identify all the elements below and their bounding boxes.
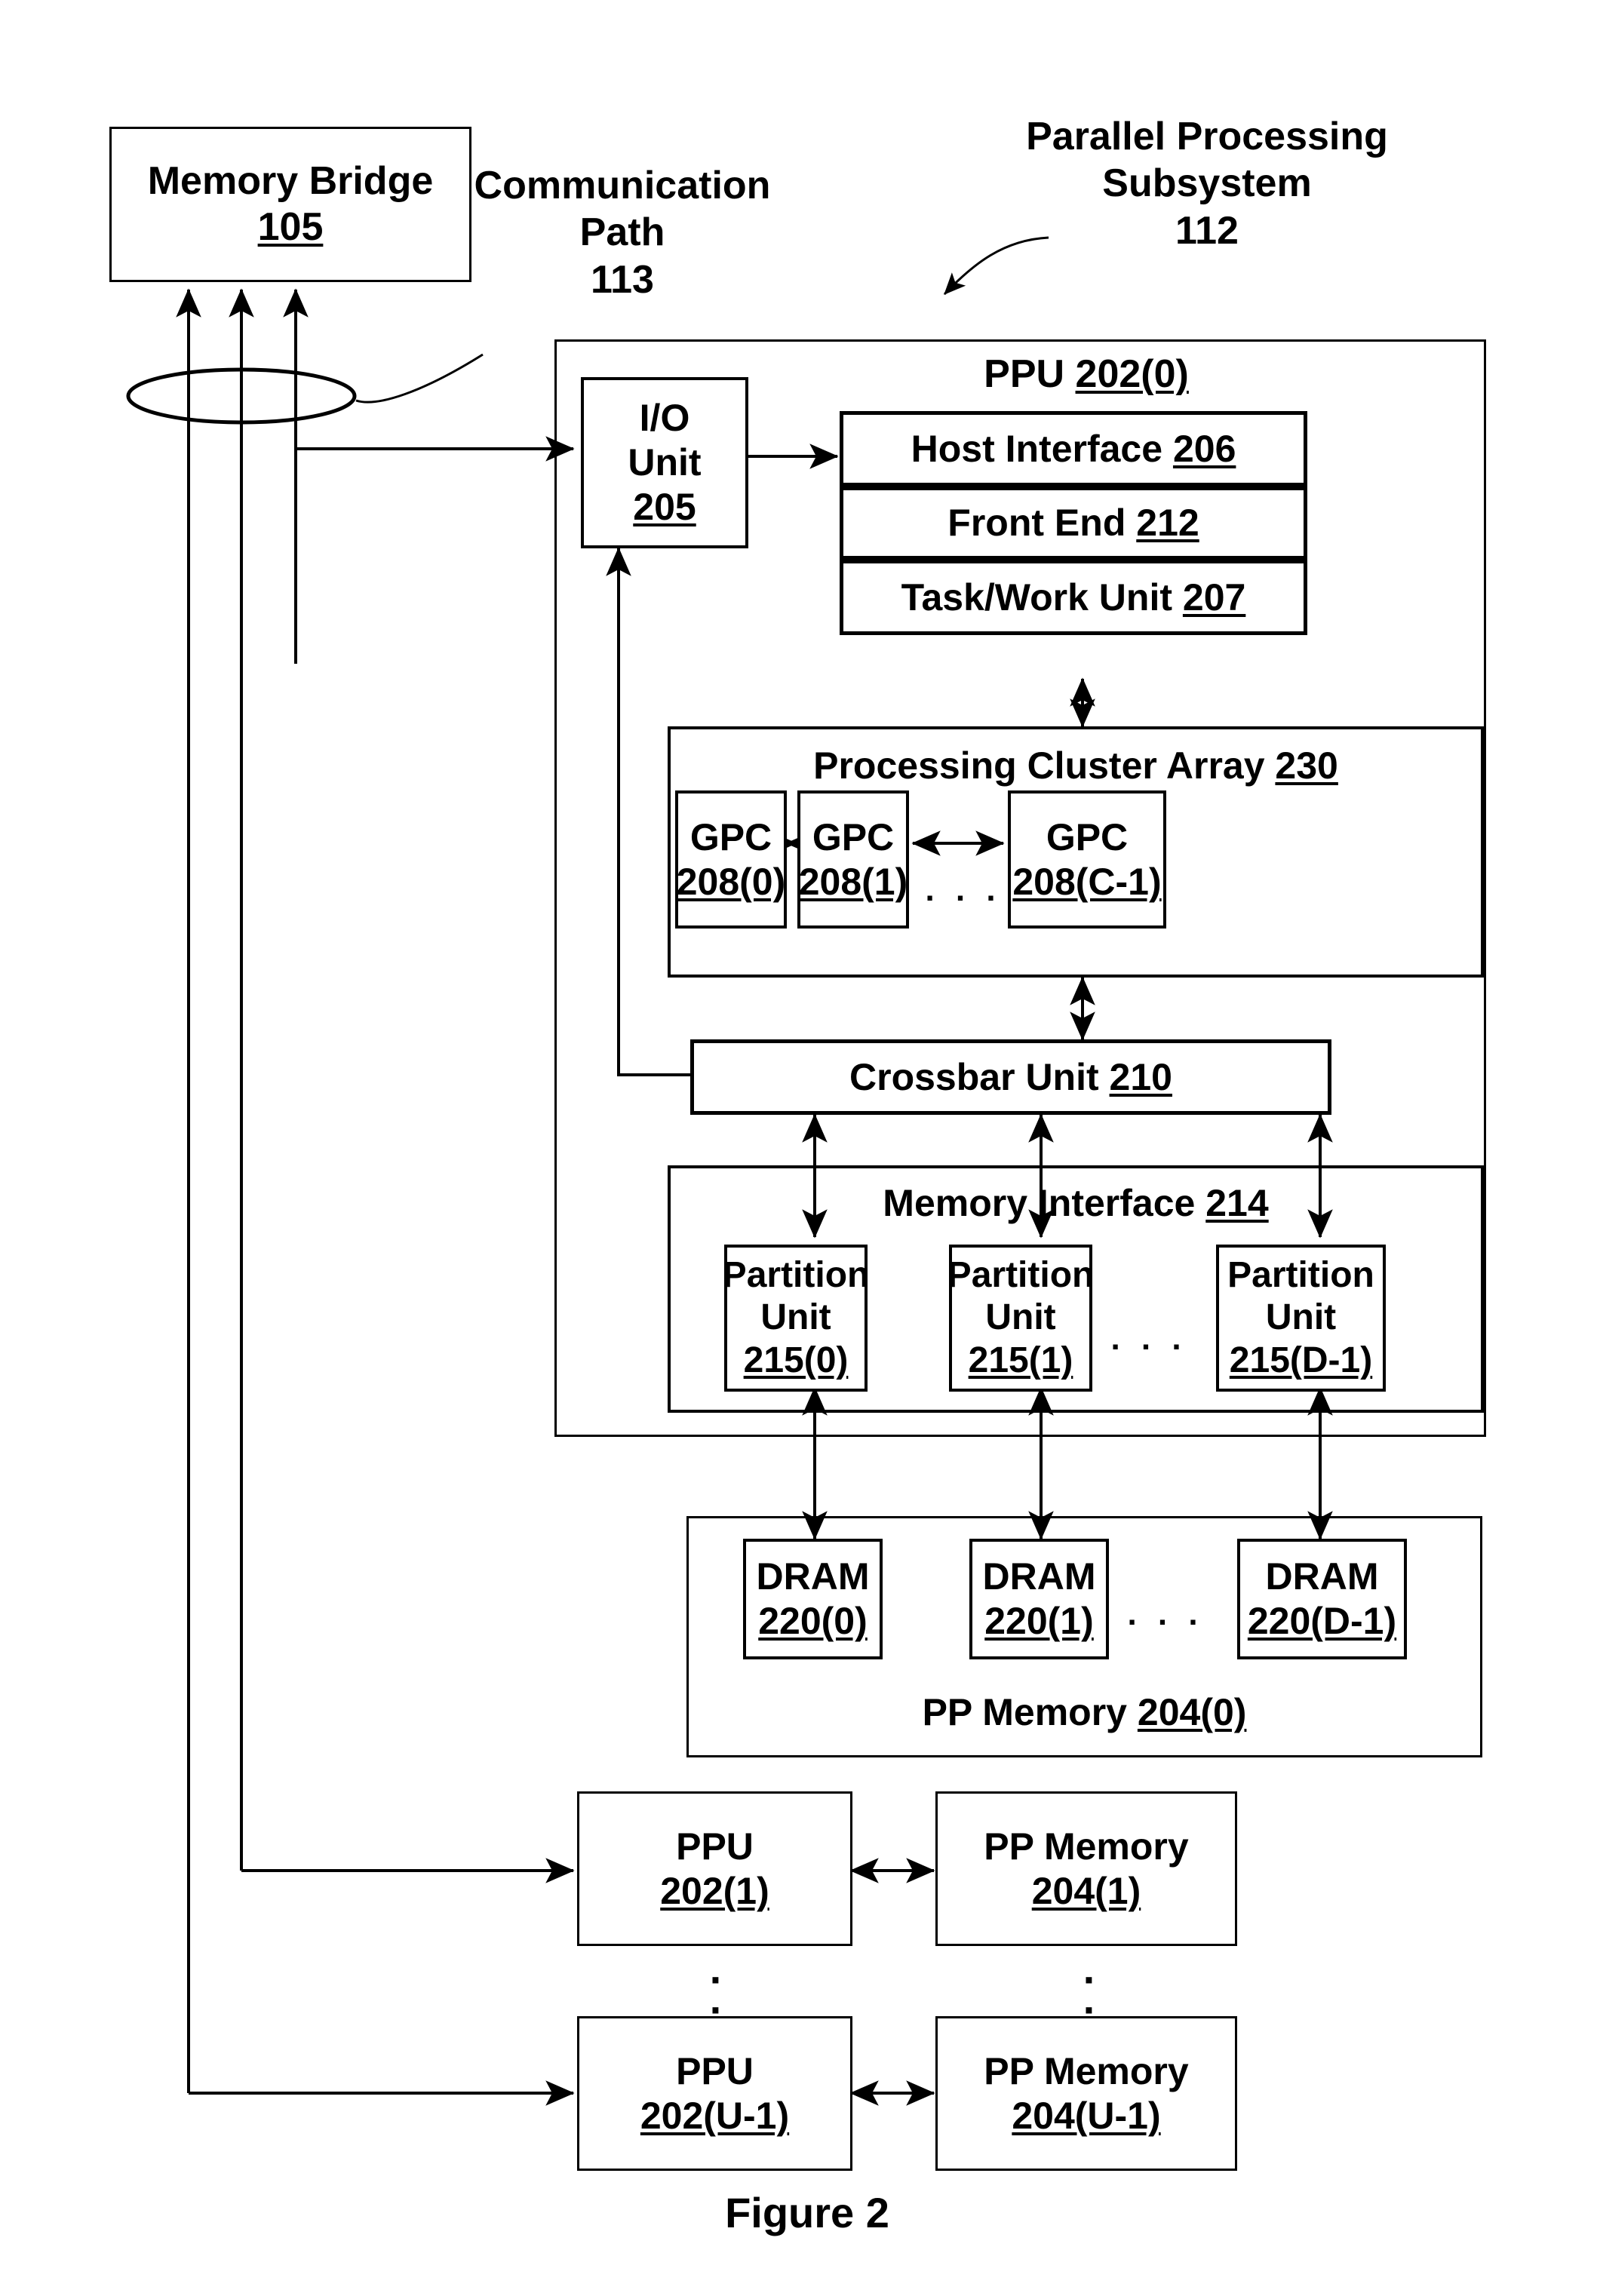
partition-2-ref: 215(D-1) bbox=[1229, 1340, 1373, 1380]
partition-unit-box-1[interactable]: Partition Unit 215(1) bbox=[947, 1245, 1095, 1392]
front-end-label: Front End bbox=[947, 502, 1126, 544]
memory-bridge-box[interactable]: Memory Bridge 105 bbox=[109, 127, 471, 282]
pp-memory-u1-ref: 204(U-1) bbox=[1012, 2094, 1161, 2137]
memory-bridge-ref: 105 bbox=[257, 205, 324, 249]
gpc-box-0[interactable]: GPC 208(0) bbox=[675, 790, 787, 929]
host-interface-box[interactable]: Host Interface 206 bbox=[840, 411, 1307, 487]
ppu-1-box[interactable]: PPU 202(1) bbox=[577, 1791, 852, 1946]
crossbar-unit-label: Crossbar Unit bbox=[849, 1055, 1099, 1098]
memory-interface-ref: 214 bbox=[1205, 1182, 1269, 1224]
pp-memory-0-ref: 204(0) bbox=[1137, 1691, 1247, 1733]
host-interface-text: Host Interface 206 bbox=[911, 427, 1236, 471]
partition-2-line1: Partition bbox=[1227, 1254, 1374, 1295]
ppu0-ref: 202(0) bbox=[1075, 352, 1189, 396]
gpc-0-label: GPC bbox=[689, 815, 772, 858]
task-work-unit-box[interactable]: Task/Work Unit 207 bbox=[840, 560, 1307, 635]
memory-bridge-label: Memory Bridge bbox=[147, 158, 434, 203]
partition-2-line2: Unit bbox=[1265, 1297, 1337, 1338]
gpc-1-ref: 208(1) bbox=[798, 860, 908, 903]
pp-memory-0-title: PP Memory 204(0) bbox=[686, 1690, 1482, 1735]
pp-memory-1-box[interactable]: PP Memory 204(1) bbox=[935, 1791, 1237, 1946]
host-interface-label: Host Interface bbox=[911, 427, 1163, 470]
dram-box-1[interactable]: DRAM 220(1) bbox=[969, 1539, 1109, 1659]
figure-caption: Figure 2 bbox=[725, 2189, 889, 2236]
dram-box-0[interactable]: DRAM 220(0) bbox=[743, 1539, 883, 1659]
gpc-2-label: GPC bbox=[1046, 815, 1129, 858]
dram-1-label: DRAM bbox=[982, 1555, 1096, 1598]
memory-interface-title: Memory Interface 214 bbox=[668, 1180, 1484, 1226]
partition-unit-box-0[interactable]: Partition Unit 215(0) bbox=[722, 1245, 870, 1392]
subsystem-line2: Subsystem bbox=[1102, 161, 1312, 206]
gpc-box-1[interactable]: GPC 208(1) bbox=[797, 790, 909, 929]
subsystem-line1: Parallel Processing bbox=[1026, 115, 1388, 158]
crossbar-unit-ref: 210 bbox=[1109, 1055, 1172, 1098]
pp-memory-1-ref: 204(1) bbox=[1031, 1869, 1141, 1912]
pp-memory-u1-label: PP Memory bbox=[984, 2049, 1189, 2092]
front-end-ref: 212 bbox=[1136, 502, 1199, 544]
partition-1-line1: Partition bbox=[947, 1254, 1095, 1295]
crossbar-unit-box[interactable]: Crossbar Unit 210 bbox=[690, 1039, 1331, 1115]
crossbar-unit-text: Crossbar Unit 210 bbox=[849, 1055, 1172, 1100]
partition-0-line1: Partition bbox=[722, 1254, 870, 1295]
dram-ellipsis: . . . bbox=[1127, 1595, 1204, 1632]
dram-2-ref: 220(D-1) bbox=[1247, 1600, 1397, 1642]
dram-0-label: DRAM bbox=[756, 1555, 870, 1598]
io-unit-line2: Unit bbox=[628, 441, 702, 483]
ppu0-title: PPU 202(0) bbox=[890, 351, 1282, 398]
communication-path-line1: Communication bbox=[474, 164, 771, 207]
gpc-box-2[interactable]: GPC 208(C-1) bbox=[1008, 790, 1166, 929]
partition-unit-ellipsis: . . . bbox=[1110, 1320, 1187, 1357]
dram-2-label: DRAM bbox=[1265, 1555, 1379, 1598]
subsystem-annotation: Parallel Processing Subsystem 112 bbox=[996, 113, 1418, 254]
ppu-u1-label: PPU bbox=[676, 2049, 754, 2092]
gpc-ellipsis: . . . bbox=[925, 871, 1002, 908]
io-unit-line1: I/O bbox=[639, 397, 690, 439]
processing-cluster-array-ref: 230 bbox=[1275, 744, 1338, 787]
task-work-unit-text: Task/Work Unit 207 bbox=[901, 576, 1246, 620]
partition-1-ref: 215(1) bbox=[968, 1340, 1073, 1380]
task-work-unit-ref: 207 bbox=[1182, 576, 1246, 619]
task-work-unit-label: Task/Work Unit bbox=[901, 576, 1172, 619]
front-end-text: Front End 212 bbox=[947, 501, 1199, 545]
ppu-1-label: PPU bbox=[676, 1825, 754, 1868]
partition-0-line2: Unit bbox=[760, 1297, 831, 1338]
ppu-1-ref: 202(1) bbox=[660, 1869, 769, 1912]
communication-path-ref: 113 bbox=[591, 257, 654, 302]
dram-box-2[interactable]: DRAM 220(D-1) bbox=[1237, 1539, 1407, 1659]
dram-0-ref: 220(0) bbox=[758, 1600, 868, 1642]
gpc-2-ref: 208(C-1) bbox=[1012, 860, 1162, 903]
ppu0-title-text: PPU bbox=[984, 352, 1065, 396]
io-unit-box[interactable]: I/O Unit 205 bbox=[581, 377, 748, 548]
front-end-box[interactable]: Front End 212 bbox=[840, 487, 1307, 560]
pp-memory-u1-box[interactable]: PP Memory 204(U-1) bbox=[935, 2016, 1237, 2171]
processing-cluster-array-label: Processing Cluster Array bbox=[813, 744, 1265, 787]
memory-interface-label: Memory Interface bbox=[883, 1182, 1196, 1224]
subsystem-ref: 112 bbox=[1175, 208, 1239, 253]
partition-unit-box-2[interactable]: Partition Unit 215(D-1) bbox=[1216, 1245, 1386, 1392]
gpc-0-ref: 208(0) bbox=[676, 860, 786, 903]
pp-memory-0-label: PP Memory bbox=[922, 1691, 1127, 1733]
ppu-u1-ref: 202(U-1) bbox=[640, 2094, 790, 2137]
partition-1-line2: Unit bbox=[985, 1297, 1056, 1338]
figure-canvas: Memory Bridge 105 Communication Path 113… bbox=[0, 0, 1597, 2296]
communication-path-line2: Path bbox=[579, 210, 665, 255]
gpc-1-label: GPC bbox=[812, 815, 895, 858]
io-unit-ref: 205 bbox=[633, 486, 696, 528]
pp-memory-1-label: PP Memory bbox=[984, 1825, 1189, 1868]
host-interface-ref: 206 bbox=[1172, 427, 1236, 470]
partition-0-ref: 215(0) bbox=[743, 1340, 849, 1380]
ppu-u1-box[interactable]: PPU 202(U-1) bbox=[577, 2016, 852, 2171]
communication-path-annotation: Communication Path 113 bbox=[460, 162, 785, 303]
dram-1-ref: 220(1) bbox=[984, 1600, 1094, 1642]
processing-cluster-array-title: Processing Cluster Array 230 bbox=[668, 743, 1484, 788]
